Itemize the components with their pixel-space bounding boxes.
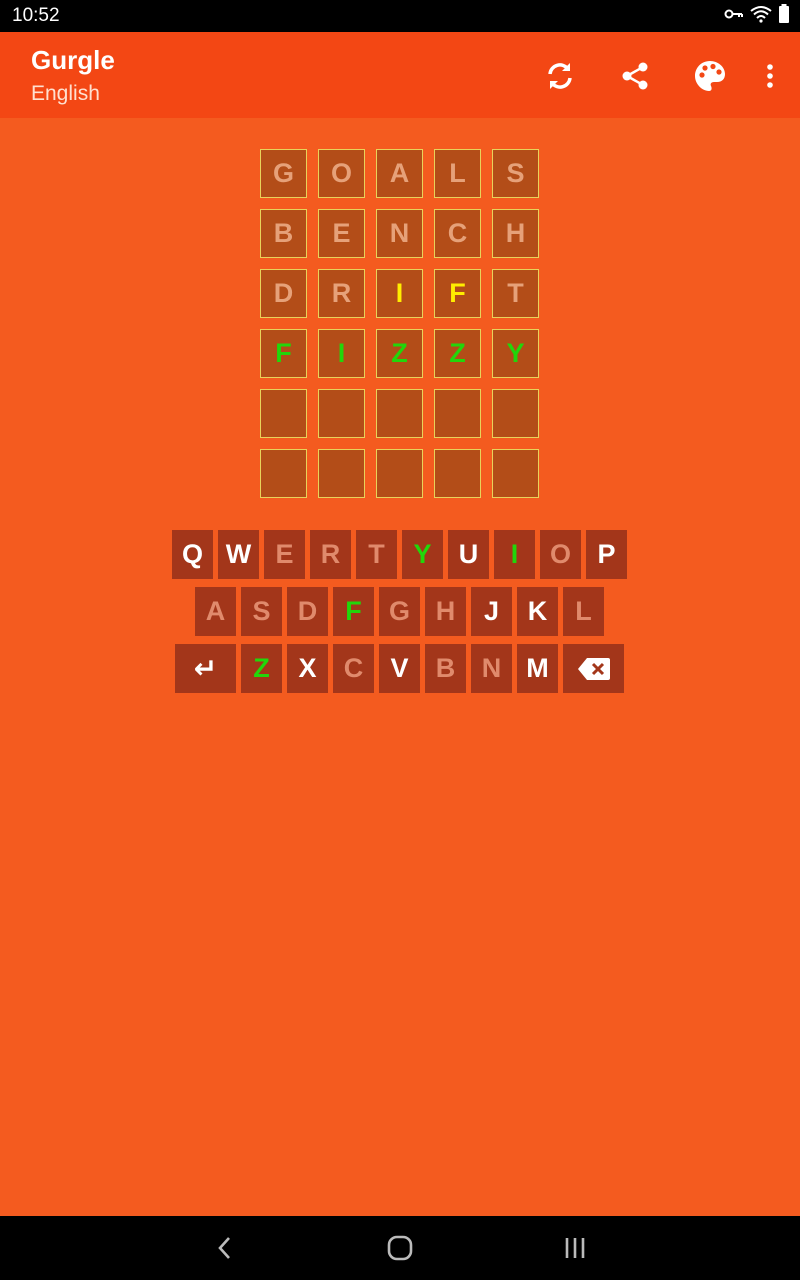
nav-home-button[interactable]: [380, 1232, 420, 1264]
board-tile: C: [434, 209, 481, 258]
backspace-icon: [577, 657, 610, 680]
board-tile: O: [318, 149, 365, 198]
game-board: GOALSBENCHDRIFTFIZZY: [260, 149, 539, 498]
key-w[interactable]: W: [218, 530, 259, 579]
key-v[interactable]: V: [379, 644, 420, 693]
battery-icon: [778, 3, 790, 29]
key-j[interactable]: J: [471, 587, 512, 636]
board-tile: [376, 389, 423, 438]
key-a[interactable]: A: [195, 587, 236, 636]
board-tile: Z: [434, 329, 481, 378]
key-f[interactable]: F: [333, 587, 374, 636]
recents-icon: [565, 1238, 585, 1258]
board-tile: S: [492, 149, 539, 198]
app-title: Gurgle: [31, 45, 115, 75]
status-icons: [724, 3, 790, 29]
board-tile: B: [260, 209, 307, 258]
key-g[interactable]: G: [379, 587, 420, 636]
more-vert-icon: [767, 64, 773, 88]
key-q[interactable]: Q: [172, 530, 213, 579]
vpn-key-icon: [724, 7, 744, 26]
board-tile: Z: [376, 329, 423, 378]
board-tile: T: [492, 269, 539, 318]
key-u[interactable]: U: [448, 530, 489, 579]
board-tile: [492, 389, 539, 438]
key-r[interactable]: R: [310, 530, 351, 579]
theme-button[interactable]: [688, 54, 732, 98]
key-i[interactable]: I: [494, 530, 535, 579]
enter-icon: ↵: [193, 652, 218, 685]
key-y[interactable]: Y: [402, 530, 443, 579]
board-tile: G: [260, 149, 307, 198]
key-h[interactable]: H: [425, 587, 466, 636]
share-icon: [622, 62, 648, 90]
board-tile: [318, 389, 365, 438]
board-tile: [318, 449, 365, 498]
key-l[interactable]: L: [563, 587, 604, 636]
board-tile: [492, 449, 539, 498]
refresh-icon: [548, 63, 572, 89]
key-t[interactable]: T: [356, 530, 397, 579]
share-button[interactable]: [613, 54, 657, 98]
home-icon: [387, 1235, 413, 1261]
key-z[interactable]: Z: [241, 644, 282, 693]
key-x[interactable]: X: [287, 644, 328, 693]
palette-icon: [695, 61, 725, 91]
key-e[interactable]: E: [264, 530, 305, 579]
board-tile: N: [376, 209, 423, 258]
nav-back-button[interactable]: [205, 1232, 245, 1264]
board-tile: D: [260, 269, 307, 318]
board-tile: [260, 389, 307, 438]
board-tile: E: [318, 209, 365, 258]
system-nav-bar: [0, 1216, 800, 1280]
key-m[interactable]: M: [517, 644, 558, 693]
key-k[interactable]: K: [517, 587, 558, 636]
keyboard-row-1: QWERTYUIOP: [172, 530, 627, 579]
board-tile: I: [376, 269, 423, 318]
keyboard-row-3: ↵ Z X C V B N M: [175, 644, 624, 693]
key-d[interactable]: D: [287, 587, 328, 636]
key-s[interactable]: S: [241, 587, 282, 636]
key-p[interactable]: P: [586, 530, 627, 579]
board-tile: Y: [492, 329, 539, 378]
board-tile: A: [376, 149, 423, 198]
board-tile: [376, 449, 423, 498]
key-enter[interactable]: ↵: [175, 644, 236, 693]
overflow-menu-button[interactable]: [748, 54, 792, 98]
status-time: 10:52: [12, 5, 60, 26]
nav-recents-button[interactable]: [555, 1232, 595, 1264]
refresh-button[interactable]: [538, 54, 582, 98]
board-tile: [260, 449, 307, 498]
keyboard-row-2: ASDFGHJKL: [195, 587, 604, 636]
back-icon: [218, 1237, 230, 1259]
board-tile: F: [260, 329, 307, 378]
key-n[interactable]: N: [471, 644, 512, 693]
app-bar: Gurgle English: [0, 32, 800, 118]
status-bar: 10:52: [0, 0, 800, 32]
board-tile: F: [434, 269, 481, 318]
language-subtitle[interactable]: English: [31, 82, 100, 106]
key-b[interactable]: B: [425, 644, 466, 693]
key-o[interactable]: O: [540, 530, 581, 579]
board-tile: R: [318, 269, 365, 318]
board-tile: [434, 449, 481, 498]
wifi-icon: [750, 5, 772, 28]
key-c[interactable]: C: [333, 644, 374, 693]
board-tile: L: [434, 149, 481, 198]
key-backspace[interactable]: [563, 644, 624, 693]
board-tile: [434, 389, 481, 438]
board-tile: I: [318, 329, 365, 378]
board-tile: H: [492, 209, 539, 258]
